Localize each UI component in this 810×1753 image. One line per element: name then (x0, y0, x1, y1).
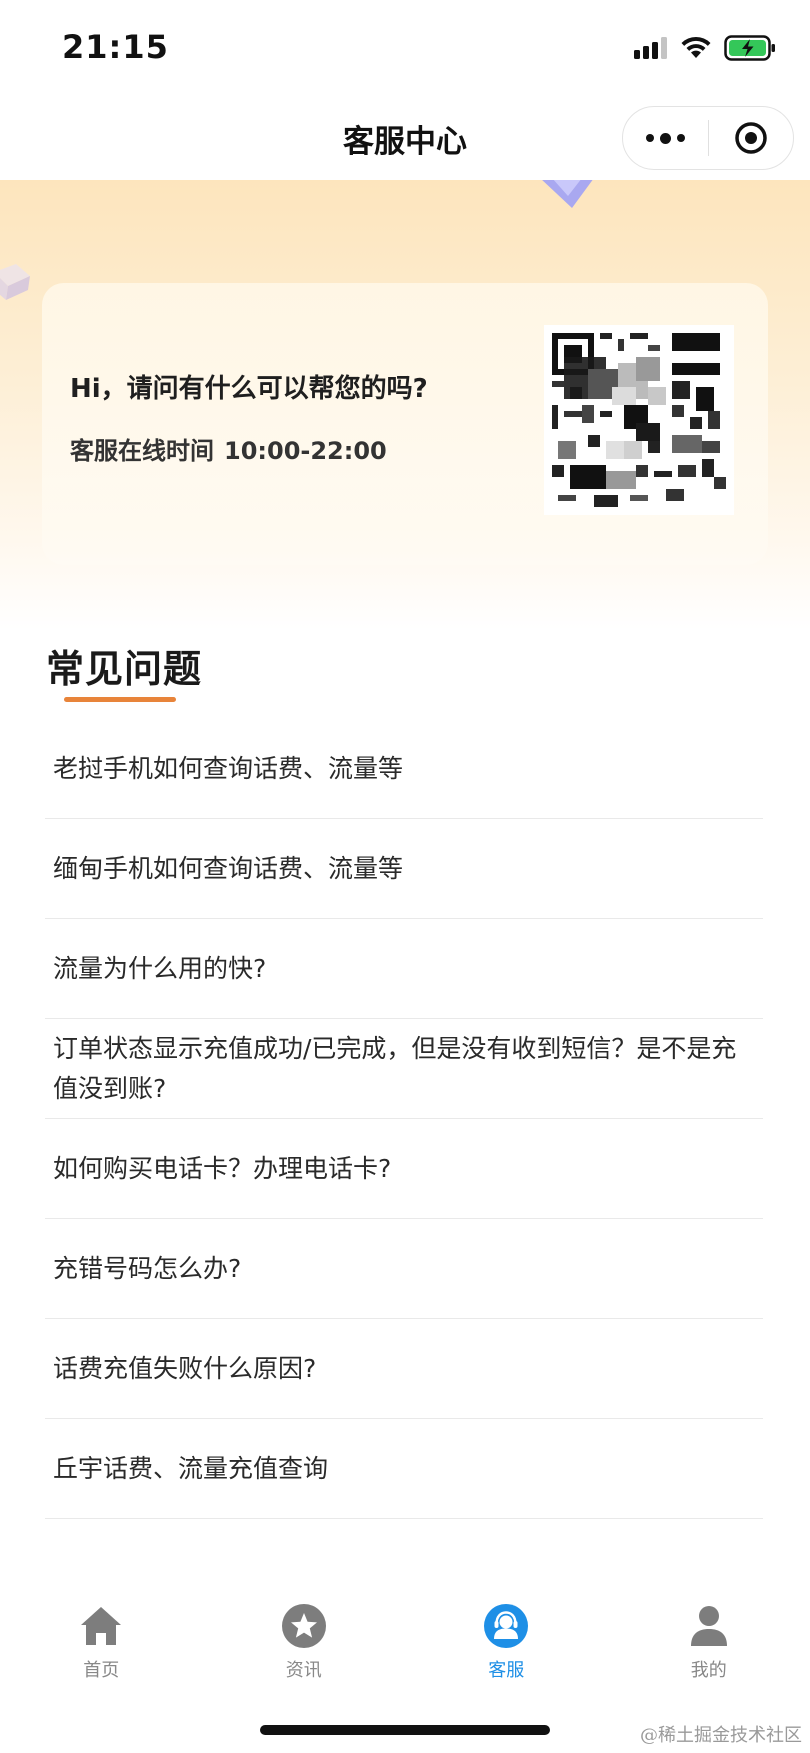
faq-item-recharge-failed[interactable]: 话费充值失败什么原因? (45, 1319, 763, 1419)
qr-code-image[interactable] (544, 325, 734, 515)
faq-item-text: 流量为什么用的快? (53, 953, 267, 983)
user-icon (690, 1606, 727, 1646)
faq-item-order-status[interactable]: 订单状态显示充值成功/已完成，但是没有收到短信？是不是充值没到账? (45, 1019, 763, 1119)
more-button[interactable] (623, 107, 708, 169)
tab-home[interactable]: 首页 (0, 1590, 203, 1690)
home-indicator (260, 1725, 550, 1735)
faq-item-text: 订单状态显示充值成功/已完成，但是没有收到短信？是不是充值没到账? (53, 1033, 737, 1103)
faq-item-text: 充错号码怎么办? (53, 1253, 242, 1283)
faq-item-text: 丘宇话费、流量充值查询 (53, 1453, 329, 1483)
wifi-icon (681, 36, 711, 58)
status-time: 21:15 (62, 28, 169, 66)
service-hours-label: 客服在线时间 (70, 437, 214, 465)
signal-bars-icon (634, 37, 667, 59)
faq-title-underline (64, 697, 176, 702)
faq-list: 老挝手机如何查询话费、流量等 缅甸手机如何查询话费、流量等 流量为什么用的快? … (45, 719, 763, 1519)
greeting-card: Hi，请问有什么可以帮您的吗? 客服在线时间 10:00-22:00 (42, 283, 768, 565)
tab-label: 客服 (488, 1660, 525, 1681)
greeting-text: Hi，请问有什么可以帮您的吗? (70, 374, 428, 404)
service-hours-value: 10:00-22:00 (224, 437, 387, 465)
tab-customer-service[interactable]: 客服 (405, 1590, 608, 1690)
faq-item-myanmar-balance[interactable]: 缅甸手机如何查询话费、流量等 (45, 819, 763, 919)
faq-item-wrong-number[interactable]: 充错号码怎么办? (45, 1219, 763, 1319)
service-hours: 客服在线时间 10:00-22:00 (70, 431, 387, 466)
mini-program-capsule (622, 106, 794, 170)
customer-service-icon (484, 1604, 529, 1648)
faq-item-text: 缅甸手机如何查询话费、流量等 (53, 853, 404, 883)
watermark-text: @稀土掘金技术社区 (640, 1725, 802, 1746)
battery-charging-icon (724, 35, 775, 61)
bottom-tab-bar: 首页 资讯 客服 我的 (0, 1590, 810, 1690)
faq-item-data-usage[interactable]: 流量为什么用的快? (45, 919, 763, 1019)
faq-item-text: 如何购买电话卡？办理电话卡? (53, 1153, 392, 1183)
faq-item-buy-sim[interactable]: 如何购买电话卡？办理电话卡? (45, 1119, 763, 1219)
close-button[interactable] (709, 107, 793, 169)
faq-item-recharge-query[interactable]: 丘宇话费、流量充值查询 (45, 1419, 763, 1519)
faq-section-title: 常见问题 (46, 647, 203, 691)
faq-item-text: 话费充值失败什么原因? (53, 1353, 317, 1383)
more-dots-icon (646, 132, 685, 144)
decorative-gem-icon (542, 180, 593, 208)
nav-bar: 客服中心 (0, 96, 810, 180)
tab-label: 我的 (690, 1660, 727, 1681)
tab-news[interactable]: 资讯 (203, 1590, 406, 1690)
tab-label: 首页 (83, 1660, 120, 1681)
status-icons (634, 32, 776, 64)
home-icon (81, 1607, 122, 1645)
target-circle-icon (735, 122, 767, 154)
hero-banner: Hi，请问有什么可以帮您的吗? 客服在线时间 10:00-22:00 (0, 180, 810, 630)
tab-label: 资讯 (285, 1660, 322, 1681)
faq-item-laos-balance[interactable]: 老挝手机如何查询话费、流量等 (45, 719, 763, 819)
star-icon (281, 1604, 326, 1648)
faq-item-text: 老挝手机如何查询话费、流量等 (53, 753, 404, 783)
status-bar: 21:15 (0, 0, 810, 96)
decorative-cube-icon (0, 264, 30, 300)
tab-profile[interactable]: 我的 (608, 1590, 810, 1690)
